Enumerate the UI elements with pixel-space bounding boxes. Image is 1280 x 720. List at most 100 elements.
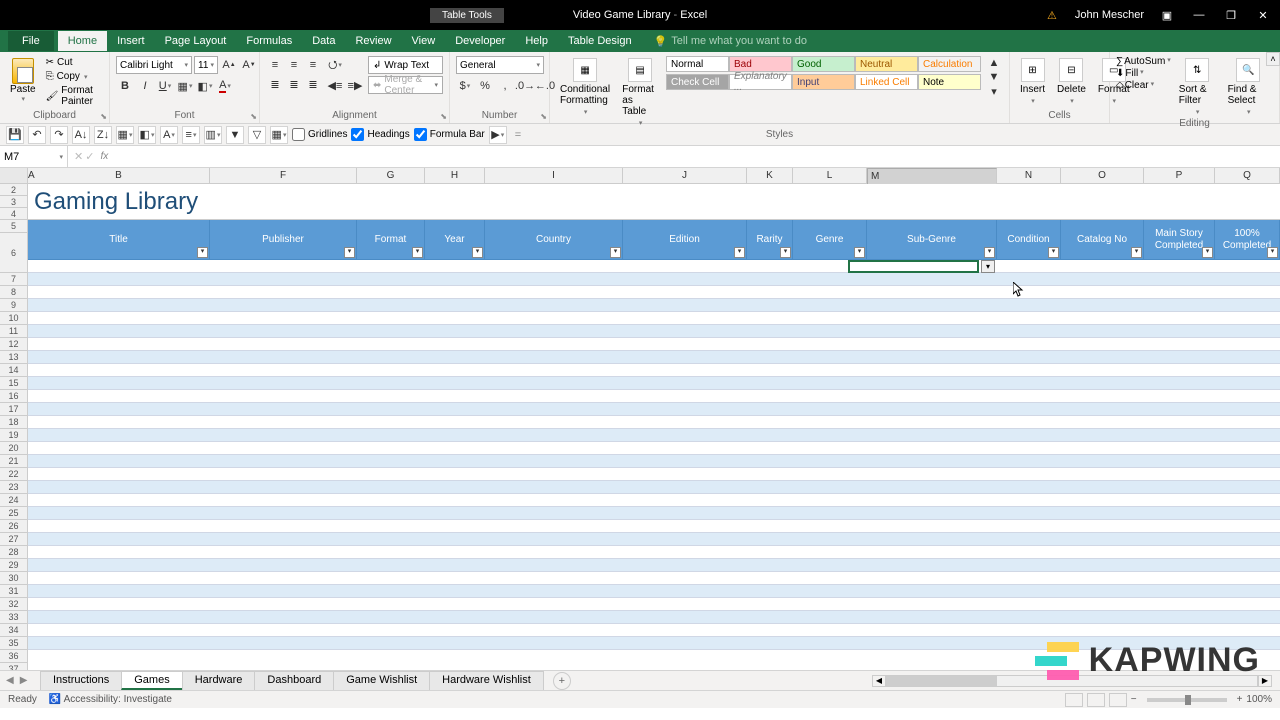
table-row[interactable]: [28, 338, 1280, 351]
table-row[interactable]: [28, 390, 1280, 403]
row-header-9[interactable]: 9: [0, 299, 27, 312]
accounting-format-icon[interactable]: $▾: [456, 77, 474, 95]
autosum-button[interactable]: ∑AutoSum▾: [1116, 56, 1171, 67]
tab-formulas[interactable]: Formulas: [236, 31, 302, 51]
col-header-N[interactable]: N: [997, 168, 1061, 183]
table-row[interactable]: [28, 468, 1280, 481]
table-row[interactable]: [28, 416, 1280, 429]
cell-style-linkedcell[interactable]: Linked Cell: [855, 74, 918, 90]
filter-button-title[interactable]: ▾: [197, 247, 208, 258]
row-header-36[interactable]: 36: [0, 650, 27, 663]
row-header-4[interactable]: 4: [0, 208, 27, 220]
table-row[interactable]: [28, 481, 1280, 494]
row-header-15[interactable]: 15: [0, 377, 27, 390]
sort-asc-icon[interactable]: A↓: [72, 126, 90, 144]
row-header-23[interactable]: 23: [0, 481, 27, 494]
sheet-tab-hardware-wishlist[interactable]: Hardware Wishlist: [429, 671, 544, 690]
select-all-corner[interactable]: [0, 168, 28, 183]
font-dialog-icon[interactable]: ⬊: [250, 112, 257, 121]
clear-button[interactable]: ◇Clear▾: [1116, 80, 1171, 91]
filter-icon[interactable]: ▼: [226, 126, 244, 144]
fill-color-qat-icon[interactable]: ◧▾: [138, 126, 156, 144]
conditional-formatting-button[interactable]: ▦Conditional Formatting▾: [556, 56, 614, 118]
tab-data[interactable]: Data: [302, 31, 345, 51]
row-header-12[interactable]: 12: [0, 338, 27, 351]
borders-button[interactable]: ▦▾: [176, 77, 194, 95]
increase-decimal-icon[interactable]: .0→: [516, 77, 534, 95]
cancel-formula-icon[interactable]: ✕: [74, 150, 83, 163]
row-header-18[interactable]: 18: [0, 416, 27, 429]
table-header-main-story-completed[interactable]: Main Story Completed▾: [1144, 220, 1215, 259]
italic-button[interactable]: I: [136, 77, 154, 95]
table-header-title[interactable]: Title▾: [28, 220, 210, 259]
fill-color-button[interactable]: ◧▾: [196, 77, 214, 95]
tab-home[interactable]: Home: [58, 31, 107, 51]
font-size-select[interactable]: 11▾: [194, 56, 218, 74]
tell-me-search[interactable]: 💡 Tell me what you want to do: [654, 35, 807, 48]
col-header-O[interactable]: O: [1061, 168, 1144, 183]
data-validation-dropdown-icon[interactable]: ▾: [981, 260, 995, 273]
row-header-5[interactable]: 5: [0, 220, 27, 233]
number-format-select[interactable]: General▾: [456, 56, 544, 74]
format-painter-button[interactable]: 🖌Format Painter: [44, 84, 103, 108]
align-center-icon[interactable]: ≣: [285, 75, 303, 93]
gridlines-checkbox[interactable]: Gridlines: [292, 128, 347, 141]
row-header-16[interactable]: 16: [0, 390, 27, 403]
cell-style-calculation[interactable]: Calculation: [918, 56, 981, 72]
row-header-26[interactable]: 26: [0, 520, 27, 533]
table-header-format[interactable]: Format▾: [357, 220, 425, 259]
row-header-34[interactable]: 34: [0, 624, 27, 637]
col-header-L[interactable]: L: [793, 168, 867, 183]
new-sheet-button[interactable]: +: [553, 672, 571, 690]
sheet-nav-first-icon[interactable]: ◀: [6, 675, 14, 686]
row-header-7[interactable]: 7: [0, 273, 27, 286]
row-header-25[interactable]: 25: [0, 507, 27, 520]
alignment-dialog-icon[interactable]: ⬊: [440, 112, 447, 121]
page-break-view-icon[interactable]: [1109, 693, 1127, 707]
row-header-29[interactable]: 29: [0, 559, 27, 572]
underline-button[interactable]: U▾: [156, 77, 174, 95]
align-qat-icon[interactable]: ≡▾: [182, 126, 200, 144]
table-header-edition[interactable]: Edition▾: [623, 220, 747, 259]
filter-button------completed[interactable]: ▾: [1267, 247, 1278, 258]
sheet-tab-games[interactable]: Games: [121, 671, 182, 690]
copy-button[interactable]: ⎘Copy▾: [44, 70, 103, 83]
filter-button-edition[interactable]: ▾: [734, 247, 745, 258]
tab-review[interactable]: Review: [345, 31, 401, 51]
increase-indent-icon[interactable]: ≡▶: [346, 76, 364, 94]
cell-style-good[interactable]: Good: [792, 56, 855, 72]
table-row[interactable]: [28, 442, 1280, 455]
row-header-11[interactable]: 11: [0, 325, 27, 338]
align-right-icon[interactable]: ≣: [304, 75, 322, 93]
percent-format-icon[interactable]: %: [476, 77, 494, 95]
fx-icon[interactable]: fx: [100, 151, 108, 162]
clipboard-dialog-icon[interactable]: ⬊: [100, 112, 107, 121]
wrap-text-button[interactable]: ↲Wrap Text: [368, 56, 443, 74]
align-top-icon[interactable]: ≡: [266, 56, 284, 74]
font-color-button[interactable]: A▾: [216, 77, 234, 95]
table-header-publisher[interactable]: Publisher▾: [210, 220, 357, 259]
normal-view-icon[interactable]: [1065, 693, 1083, 707]
table-header-year[interactable]: Year▾: [425, 220, 485, 259]
align-left-icon[interactable]: ≣: [266, 75, 284, 93]
align-bottom-icon[interactable]: ≡: [304, 56, 322, 74]
filter-button-catalog-no[interactable]: ▾: [1131, 247, 1142, 258]
table-row[interactable]: [28, 429, 1280, 442]
zoom-level[interactable]: 100%: [1246, 694, 1272, 705]
row-header-35[interactable]: 35: [0, 637, 27, 650]
tab-view[interactable]: View: [402, 31, 446, 51]
table-header-catalog-no[interactable]: Catalog No▾: [1061, 220, 1144, 259]
undo-icon[interactable]: ↶: [28, 126, 46, 144]
orientation-icon[interactable]: ⭯▾: [326, 56, 344, 74]
table-header-genre[interactable]: Genre▾: [793, 220, 867, 259]
col-header-F[interactable]: F: [210, 168, 357, 183]
accessibility-status[interactable]: ♿ Accessibility: Investigate: [49, 694, 172, 705]
row-header-28[interactable]: 28: [0, 546, 27, 559]
file-tab[interactable]: File: [8, 31, 54, 51]
enter-formula-icon[interactable]: ✓: [85, 150, 94, 163]
row-header-31[interactable]: 31: [0, 585, 27, 598]
zoom-handle[interactable]: [1185, 695, 1191, 705]
col-header-Q[interactable]: Q: [1215, 168, 1280, 183]
hscroll-left-icon[interactable]: ◀: [872, 675, 886, 687]
table-row[interactable]: [28, 260, 1280, 273]
